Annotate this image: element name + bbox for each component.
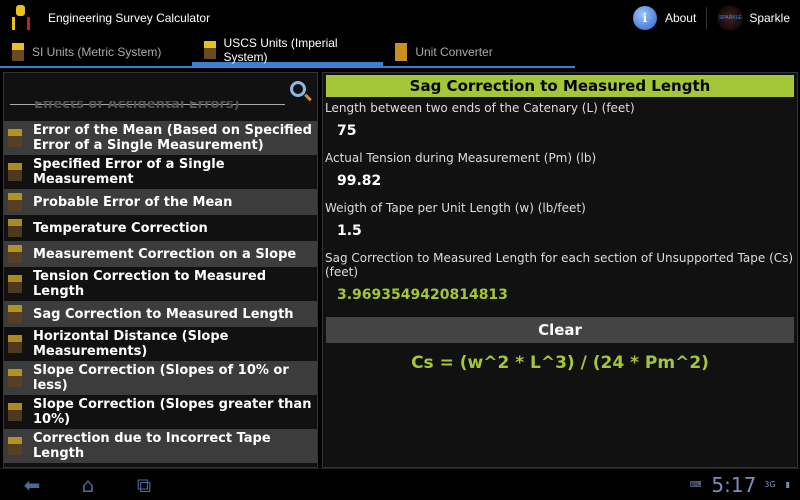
tab-label: Unit Converter — [415, 45, 493, 59]
result-value: 3.9693549420814813 — [337, 287, 508, 303]
list-item-partial[interactable]: Effects of Accidental Errors) — [34, 101, 240, 115]
list-item-label: Sag Correction to Measured Length — [33, 306, 294, 322]
list-item-label: Horizontal Distance (Slope Measurements) — [33, 329, 229, 359]
list-item-label: Error of the Mean (Based on Specified Er… — [33, 123, 312, 153]
formula-list-panel: Effects of Accidental Errors) Error of t… — [3, 72, 318, 468]
surveyor-icon — [8, 193, 22, 211]
tension-input[interactable]: 99.82 — [323, 165, 797, 197]
field-label-weight: Weigth of Tape per Unit Length (w) (lb/f… — [325, 201, 586, 215]
surveyor-icon — [8, 245, 22, 263]
list-item-label: Measurement Correction on a Slope — [33, 246, 297, 262]
list-item-label: Slope Correction (Slopes of 10% or less) — [33, 363, 289, 393]
divider — [706, 7, 708, 29]
tab-label: SI Units (Metric System) — [32, 45, 162, 59]
list-item[interactable]: Slope Correction (Slopes of 10% or less) — [4, 361, 317, 395]
surveyor-icon — [8, 437, 22, 455]
list-item[interactable]: Horizontal Distance (Slope Measurements) — [4, 327, 317, 361]
home-icon[interactable]: ⌂ — [64, 473, 112, 497]
battery-icon: ▮ — [785, 480, 790, 489]
list-item-label: Slope Correction (Slopes greater than 10… — [33, 397, 312, 427]
tab-si-units[interactable]: SI Units (Metric System) — [0, 38, 192, 66]
calculator-title: Sag Correction to Measured Length — [326, 75, 794, 97]
app-title: Engineering Survey Calculator — [48, 11, 211, 25]
sparkle-button[interactable]: Sparkle — [749, 11, 790, 25]
surveyor-icon — [8, 335, 22, 353]
weight-input[interactable]: 1.5 — [323, 215, 797, 247]
action-bar: Engineering Survey Calculator i About SP… — [0, 0, 800, 36]
surveyor-icon — [8, 305, 22, 323]
network-indicator: 3G — [764, 480, 776, 489]
surveyor-icon — [8, 129, 22, 147]
tab-bar: SI Units (Metric System) USCS Units (Imp… — [0, 36, 575, 68]
about-icon[interactable]: i — [632, 6, 657, 30]
list-item[interactable]: Specified Error of a Single Measurement — [4, 155, 317, 189]
clear-button[interactable]: Clear — [326, 317, 794, 343]
surveyor-icon — [12, 43, 24, 61]
field-label-length: Length between two ends of the Catenary … — [325, 101, 635, 115]
sparkle-logo-icon[interactable]: SPARKLE — [717, 5, 744, 31]
length-input[interactable]: 75 — [323, 115, 797, 147]
surveyor-icon — [8, 369, 22, 387]
list-item[interactable]: Correction due to Incorrect Tape Length — [4, 429, 317, 463]
keyboard-icon: ⌨ — [689, 480, 702, 489]
list-item-label: Temperature Correction — [33, 220, 208, 236]
list-item[interactable]: Probable Error of the Mean — [4, 189, 317, 215]
recent-apps-icon[interactable]: ⧉ — [120, 473, 168, 497]
list-item[interactable]: Error of the Mean (Based on Specified Er… — [4, 121, 317, 155]
field-label-tension: Actual Tension during Measurement (Pm) (… — [325, 151, 597, 165]
list-item-label: Tension Correction to Measured Length — [33, 269, 267, 299]
tab-uscs-units[interactable]: USCS Units (Imperial System) — [191, 36, 384, 66]
list-item-label: Specified Error of a Single Measurement — [33, 157, 225, 187]
tab-label: USCS Units (Imperial System) — [223, 36, 338, 64]
about-button[interactable]: About — [665, 11, 696, 25]
tab-unit-converter[interactable]: Unit Converter — [383, 38, 575, 66]
system-nav-bar: ⬅ ⌂ ⧉ ⌨ 5:17 3G ▮ — [0, 468, 800, 500]
surveyor-icon — [203, 41, 216, 59]
list-item[interactable]: Slope Correction (Slopes greater than 10… — [4, 395, 317, 429]
search-icon[interactable] — [290, 81, 306, 97]
list-item[interactable]: Temperature Correction — [4, 215, 317, 241]
app-logo-icon — [10, 5, 32, 31]
formula-text: Cs = (w^2 * L^3) / (24 * Pm^2) — [411, 353, 709, 373]
list-item[interactable]: Tension Correction to Measured Length — [4, 267, 317, 301]
clock[interactable]: 5:17 — [711, 473, 756, 497]
surveyor-icon — [8, 275, 22, 293]
surveyor-icon — [8, 219, 22, 237]
list-item[interactable]: Measurement Correction on a Slope — [4, 241, 317, 267]
formula-list: Error of the Mean (Based on Specified Er… — [4, 121, 317, 463]
list-item[interactable]: Sag Correction to Measured Length — [4, 301, 317, 327]
surveyor-icon — [8, 163, 22, 181]
calculator-panel: Sag Correction to Measured Length Length… — [322, 72, 798, 468]
scales-icon — [395, 43, 408, 61]
surveyor-icon — [8, 403, 22, 421]
result-label: Sag Correction to Measured Length for ea… — [325, 251, 794, 279]
list-item-label: Correction due to Incorrect Tape Length — [33, 431, 271, 461]
back-icon[interactable]: ⬅ — [8, 473, 56, 497]
list-item-label: Probable Error of the Mean — [33, 194, 233, 210]
